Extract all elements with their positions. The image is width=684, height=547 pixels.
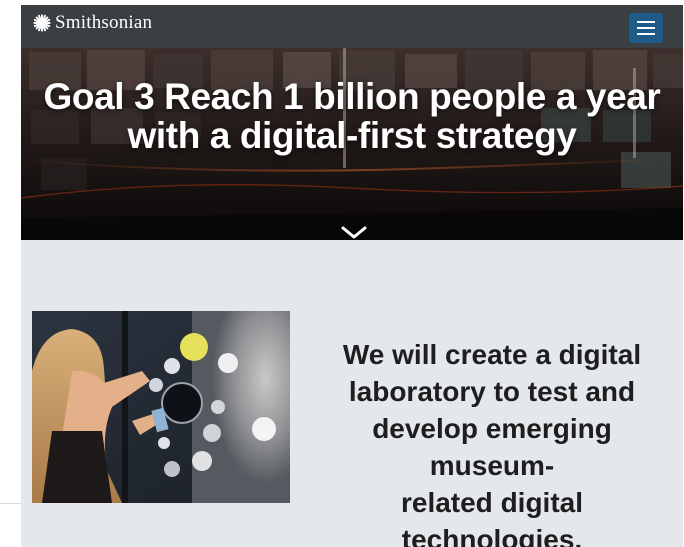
hero-title: Goal 3 Reach 1 billion people a year wit… bbox=[21, 77, 683, 155]
sunburst-icon bbox=[33, 14, 51, 32]
visitor-touchscreen-image bbox=[32, 311, 290, 503]
chevron-down-icon[interactable] bbox=[339, 226, 369, 240]
hamburger-menu-button[interactable] bbox=[629, 13, 663, 43]
goal-content-section: We will create a digital laboratory to t… bbox=[21, 240, 683, 547]
statement-line-1: We will create a digital bbox=[342, 339, 642, 370]
hero-banner: Goal 3 Reach 1 billion people a year wit… bbox=[21, 48, 683, 240]
page-frame: Smithsonian Goal 3 Reach 1 billion peopl… bbox=[21, 5, 683, 547]
goal-statement: We will create a digital laboratory to t… bbox=[309, 336, 675, 547]
statement-line-2: laboratory to test and bbox=[348, 376, 636, 407]
statement-line-4: related digital technologies. bbox=[400, 487, 584, 547]
smithsonian-logo[interactable]: Smithsonian bbox=[33, 12, 152, 34]
statement-line-3: develop emerging museum- bbox=[372, 413, 612, 481]
digital-lab-photo bbox=[32, 311, 290, 503]
page-edge-divider bbox=[0, 503, 21, 504]
hero-title-line-1: Goal 3 Reach 1 billion people a year bbox=[43, 76, 661, 117]
hero-title-line-2: with a digital-first strategy bbox=[127, 115, 577, 156]
top-navbar: Smithsonian bbox=[21, 5, 683, 48]
logo-text: Smithsonian bbox=[55, 12, 153, 33]
hamburger-menu-icon bbox=[637, 21, 655, 23]
